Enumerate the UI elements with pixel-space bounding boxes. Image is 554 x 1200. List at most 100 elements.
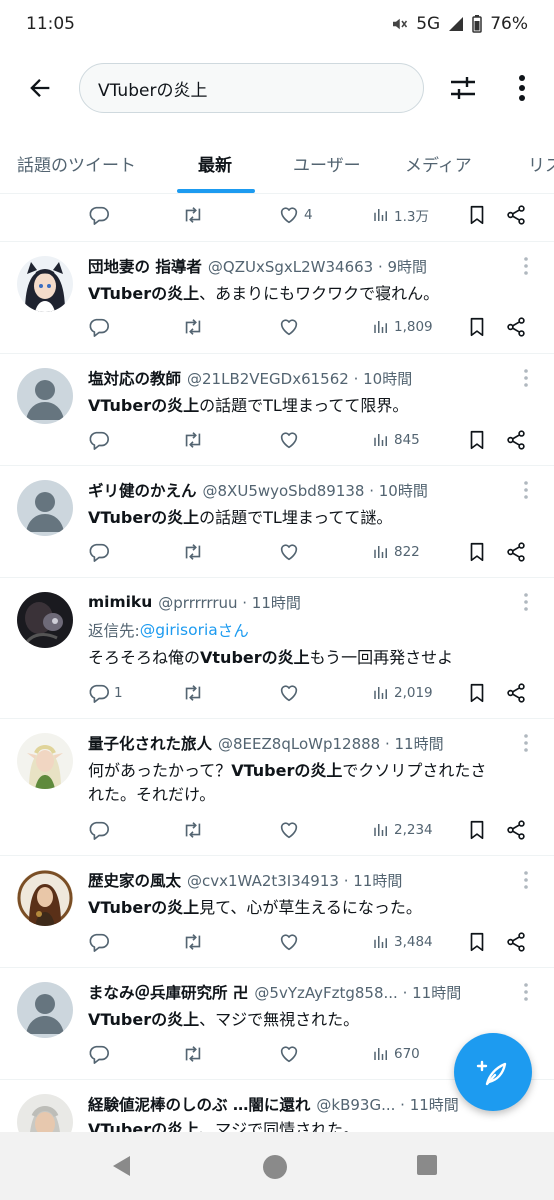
tab-latest[interactable]: 最新 xyxy=(198,132,232,193)
retweet-button[interactable] xyxy=(182,817,204,843)
tweet[interactable]: 団地妻の 指導者 @QZUxSgxL2W34663 · 9時間 VTuberの炎… xyxy=(0,242,554,354)
like-button[interactable] xyxy=(278,314,300,340)
reply-icon xyxy=(88,931,110,953)
retweet-button[interactable] xyxy=(182,539,204,565)
back-button[interactable] xyxy=(22,70,58,106)
search-filter-button[interactable] xyxy=(444,70,482,106)
like-button[interactable] xyxy=(278,929,300,955)
bookmark-button[interactable] xyxy=(466,539,488,565)
avatar[interactable] xyxy=(17,368,73,424)
avatar[interactable] xyxy=(17,982,73,1038)
like-button[interactable] xyxy=(278,427,300,453)
handle-time: @8EEZ8qLoWp12888 · 11時間 xyxy=(218,734,444,753)
tweet-more-button[interactable] xyxy=(516,366,536,390)
like-button[interactable]: 4 xyxy=(278,202,313,228)
bookmark-button[interactable] xyxy=(466,680,488,706)
views-button[interactable]: 2,234 xyxy=(372,817,433,843)
reply-button[interactable] xyxy=(88,929,110,955)
like-icon xyxy=(278,316,300,338)
display-name[interactable]: mimiku xyxy=(88,593,152,611)
display-name[interactable]: まなみ＠兵庫研究所 卍 xyxy=(88,981,248,1003)
views-button[interactable]: 1.3万 xyxy=(372,202,429,228)
retweet-button[interactable] xyxy=(182,1041,204,1067)
views-button[interactable]: 845 xyxy=(372,427,420,453)
share-button[interactable] xyxy=(505,314,527,340)
photo-avatar xyxy=(17,592,73,648)
avatar[interactable] xyxy=(17,480,73,536)
tweet-more-button[interactable] xyxy=(516,731,536,755)
display-name[interactable]: ギリ健のかえん xyxy=(88,479,197,501)
compose-tweet-button[interactable] xyxy=(454,1033,532,1111)
nav-recents-button[interactable] xyxy=(416,1154,438,1180)
bookmark-button[interactable] xyxy=(466,817,488,843)
tweet-more-button[interactable] xyxy=(516,478,536,502)
tweet-more-button[interactable] xyxy=(516,980,536,1004)
bookmark-button[interactable] xyxy=(466,202,488,228)
tweet-text: 何があったかって？VTuberの炎上でクソリプされたさ れた。それだけ。 xyxy=(88,761,487,804)
tweet-more-button[interactable] xyxy=(516,590,536,614)
like-button[interactable] xyxy=(278,817,300,843)
views-button[interactable]: 670 xyxy=(372,1041,420,1067)
avatar[interactable] xyxy=(17,1094,73,1132)
nav-home-button[interactable] xyxy=(262,1154,288,1184)
share-button[interactable] xyxy=(505,929,527,955)
reply-button[interactable] xyxy=(88,202,110,228)
tweet-actions: 1,809 xyxy=(0,314,554,340)
avatar[interactable] xyxy=(17,733,73,789)
views-button[interactable]: 822 xyxy=(372,539,420,565)
share-button[interactable] xyxy=(505,202,527,228)
bookmark-button[interactable] xyxy=(466,427,488,453)
avatar[interactable] xyxy=(17,592,73,648)
display-name[interactable]: 団地妻の 指導者 xyxy=(88,255,202,277)
tweet-more-button[interactable] xyxy=(516,254,536,278)
views-button[interactable]: 1,809 xyxy=(372,314,433,340)
views-button[interactable]: 3,484 xyxy=(372,929,433,955)
reply-button[interactable]: 1 xyxy=(88,680,123,706)
display-name[interactable]: 塩対応の教師 xyxy=(88,367,181,389)
display-name[interactable]: 量子化された旅人 xyxy=(88,732,212,754)
views-icon xyxy=(372,821,390,839)
more-options-button[interactable] xyxy=(506,70,538,106)
avatar[interactable] xyxy=(17,256,73,312)
share-button[interactable] xyxy=(505,427,527,453)
reply-button[interactable] xyxy=(88,817,110,843)
reply-button[interactable] xyxy=(88,1041,110,1067)
search-input[interactable]: VTuberの炎上 xyxy=(79,63,424,113)
nav-back-button[interactable] xyxy=(110,1154,134,1182)
retweet-button[interactable] xyxy=(182,427,204,453)
tweet[interactable]: 塩対応の教師 @21LB2VEGDx61562 · 10時間 VTuberの炎上… xyxy=(0,354,554,466)
tab-media[interactable]: メディア xyxy=(405,132,472,193)
retweet-button[interactable] xyxy=(182,680,204,706)
like-button[interactable] xyxy=(278,1041,300,1067)
bookmark-button[interactable] xyxy=(466,929,488,955)
like-button[interactable] xyxy=(278,539,300,565)
tab-people[interactable]: ユーザー xyxy=(293,132,361,193)
share-button[interactable] xyxy=(505,680,527,706)
retweet-button[interactable] xyxy=(182,202,204,228)
reply-button[interactable] xyxy=(88,314,110,340)
views-button[interactable]: 2,019 xyxy=(372,680,433,706)
tab-top[interactable]: 話題のツイート xyxy=(17,132,136,193)
share-button[interactable] xyxy=(505,539,527,565)
avatar[interactable] xyxy=(17,870,73,926)
display-name[interactable]: 経験値泥棒のしのぶ …闇に還れ xyxy=(88,1093,310,1115)
retweet-button[interactable] xyxy=(182,314,204,340)
tab-lists[interactable]: リス xyxy=(528,132,554,193)
partial-tweet-actions: 4 1.3万 xyxy=(0,202,554,228)
reply-button[interactable] xyxy=(88,427,110,453)
share-icon xyxy=(505,682,527,704)
display-name[interactable]: 歴史家の風太 xyxy=(88,869,181,891)
tweet-more-button[interactable] xyxy=(516,868,536,892)
handle-time: @prrrrrruu · 11時間 xyxy=(158,593,301,612)
tweet[interactable]: mimiku @prrrrrruu · 11時間 返信先: @girisoria… xyxy=(0,578,554,719)
tweet[interactable]: 量子化された旅人 @8EEZ8qLoWp12888 · 11時間 何があったかっ… xyxy=(0,719,554,856)
share-button[interactable] xyxy=(505,817,527,843)
reply-handle-link[interactable]: @girisoria xyxy=(140,621,218,639)
signal-icon xyxy=(448,16,464,32)
reply-button[interactable] xyxy=(88,539,110,565)
tweet[interactable]: 歴史家の風太 @cvx1WA2t3I34913 · 11時間 VTuberの炎上… xyxy=(0,856,554,968)
like-button[interactable] xyxy=(278,680,300,706)
retweet-button[interactable] xyxy=(182,929,204,955)
tweet[interactable]: ギリ健のかえん @8XU5wyoSbd89138 · 10時間 VTuberの炎… xyxy=(0,466,554,578)
bookmark-button[interactable] xyxy=(466,314,488,340)
